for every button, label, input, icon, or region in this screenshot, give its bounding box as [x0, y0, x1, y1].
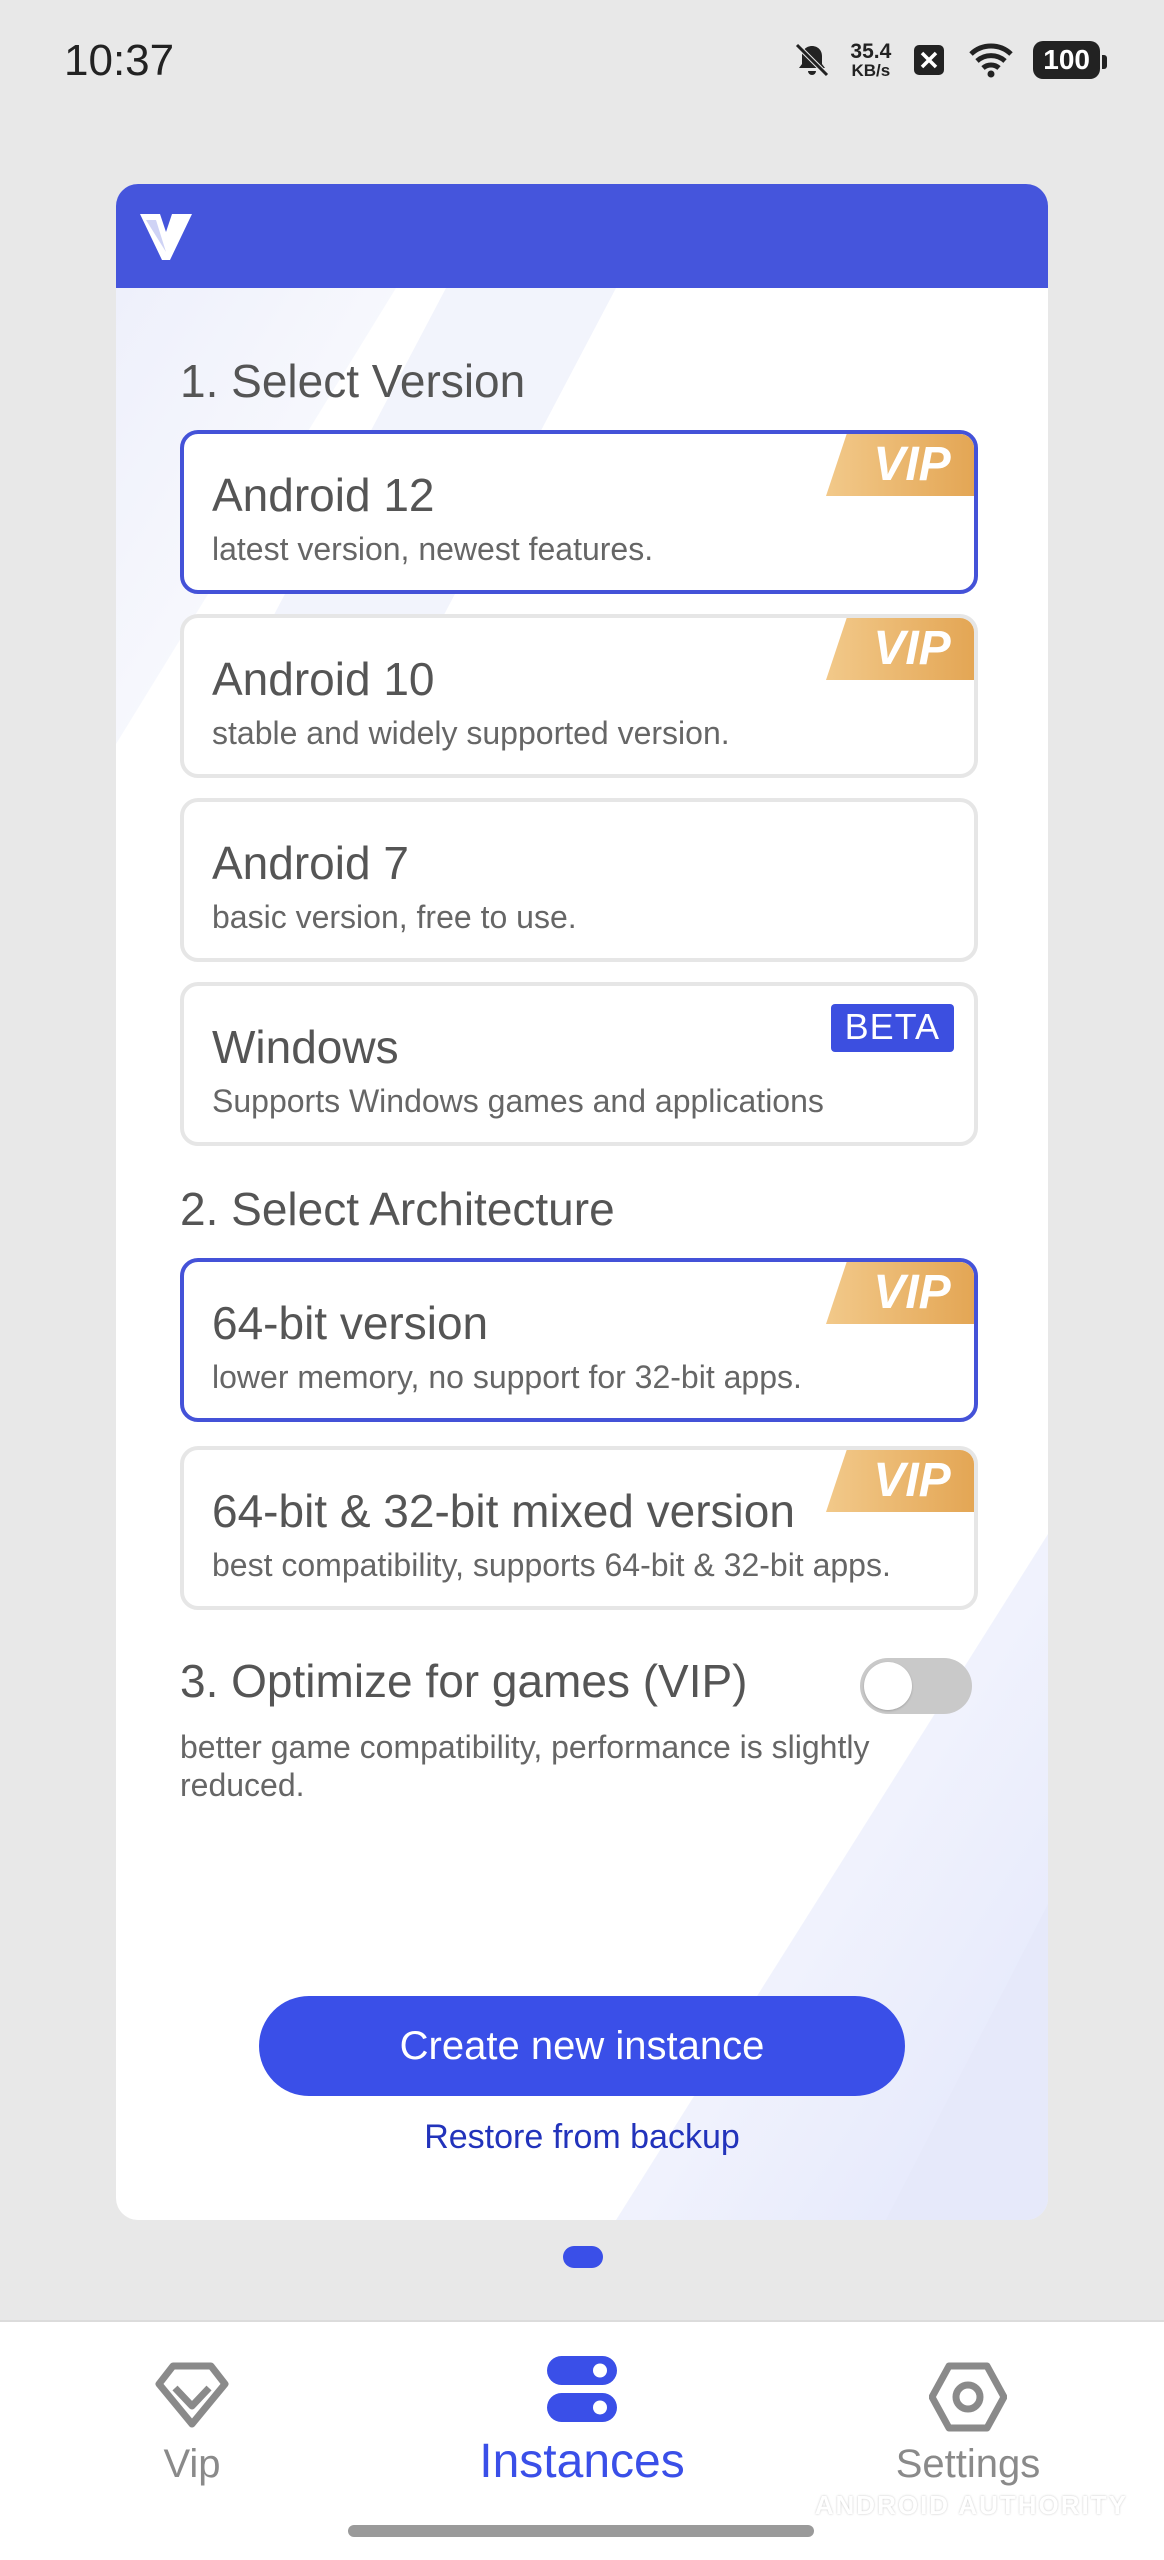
nav-label-settings: Settings: [895, 2442, 1041, 2486]
optimize-description: better game compatibility, performance i…: [180, 1729, 870, 1803]
option-title: Android 12: [212, 469, 435, 521]
card-header: [116, 184, 1048, 288]
watermark: ANDROID AUTHORITY: [814, 2490, 1128, 2520]
status-time: 10:37: [64, 36, 175, 85]
option-title: 64-bit & 32-bit mixed version: [212, 1485, 795, 1537]
option-subtitle: stable and widely supported version.: [212, 715, 730, 751]
net-speed-value: 35.4: [850, 40, 892, 63]
option-android-12[interactable]: Android 12 latest version, newest featur…: [180, 430, 978, 594]
restore-from-backup-link[interactable]: Restore from backup: [116, 2118, 1048, 2157]
nav-label-instances: Instances: [479, 2435, 685, 2488]
option-title: Windows: [212, 1021, 399, 1073]
section-title-version: 1. Select Version: [180, 355, 526, 407]
home-indicator[interactable]: [348, 2525, 814, 2537]
toggle-knob: [864, 1662, 912, 1710]
option-android-7[interactable]: Android 7 basic version, free to use.: [180, 798, 978, 962]
wifi-icon: [969, 43, 1014, 78]
nav-label-vip: Vip: [163, 2442, 221, 2486]
option-title: Android 7: [212, 837, 409, 889]
v-logo-icon: [140, 214, 192, 260]
vip-badge-text: VIP: [873, 1266, 951, 1319]
status-icons: 35.4 KB/s 100: [792, 40, 1107, 80]
optimize-games-toggle[interactable]: [860, 1658, 972, 1714]
network-speed: 35.4 KB/s: [850, 41, 891, 79]
option-title: Android 10: [212, 653, 435, 705]
vip-badge: VIP: [826, 434, 974, 496]
page-indicator-dot: [563, 2246, 603, 2268]
create-instance-button[interactable]: Create new instance: [259, 1996, 905, 2096]
instances-icon: [547, 2356, 617, 2422]
vip-badge: VIP: [826, 1450, 974, 1512]
vip-badge-text: VIP: [873, 438, 951, 491]
create-instance-card: 1. Select Version Android 12 latest vers…: [116, 184, 1048, 2220]
nav-item-vip[interactable]: Vip: [42, 2322, 342, 2522]
option-windows[interactable]: Windows Supports Windows games and appli…: [180, 982, 978, 1146]
option-subtitle: Supports Windows games and applications: [212, 1083, 824, 1119]
vip-badge: VIP: [826, 1262, 974, 1324]
diamond-icon: [155, 2362, 229, 2428]
section-title-optimize: 3. Optimize for games (VIP): [180, 1655, 748, 1707]
nav-item-instances[interactable]: Instances: [432, 2322, 732, 2522]
battery-indicator: 100: [1033, 41, 1107, 79]
option-64-bit[interactable]: 64-bit version lower memory, no support …: [180, 1258, 978, 1422]
option-64-32-bit-mixed[interactable]: 64-bit & 32-bit mixed version best compa…: [180, 1446, 978, 1610]
beta-badge: BETA: [830, 1004, 954, 1052]
vip-badge-text: VIP: [873, 622, 951, 675]
net-speed-unit: KB/s: [851, 61, 891, 80]
option-title: 64-bit version: [212, 1297, 489, 1349]
vip-badge-text: VIP: [873, 1454, 951, 1507]
option-subtitle: best compatibility, supports 64-bit & 32…: [212, 1547, 891, 1583]
option-subtitle: latest version, newest features.: [212, 531, 654, 567]
bell-off-icon: [795, 43, 830, 77]
status-bar: 10:37 35.4 KB/s 100: [0, 0, 1164, 130]
vip-badge: VIP: [826, 618, 974, 680]
bottom-navigation: Vip Instances Settings: [0, 2320, 1164, 2560]
option-subtitle: basic version, free to use.: [212, 899, 577, 935]
option-android-10[interactable]: Android 10 stable and widely supported v…: [180, 614, 978, 778]
section-title-architecture: 2. Select Architecture: [180, 1183, 615, 1235]
hexagon-settings-icon: [929, 2362, 1007, 2432]
option-subtitle: lower memory, no support for 32-bit apps…: [212, 1359, 802, 1395]
x-box-icon: [914, 45, 945, 75]
